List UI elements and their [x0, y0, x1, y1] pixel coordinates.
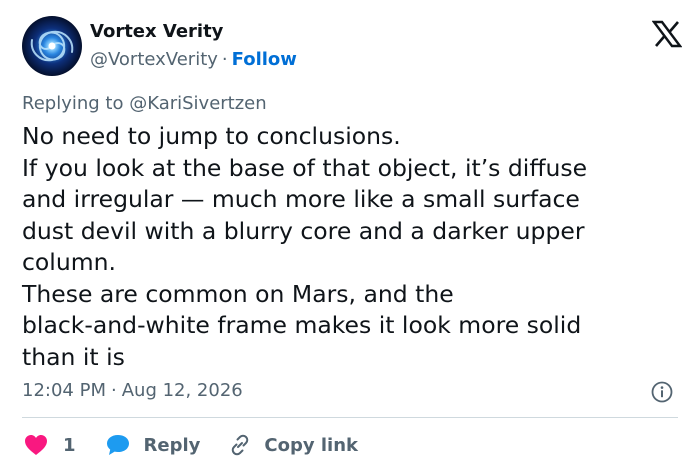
like-button[interactable]: 1	[24, 434, 76, 456]
post-line: If you look at the base of that object, …	[22, 153, 588, 182]
separator-dot: ·	[221, 49, 228, 70]
follow-button[interactable]: Follow	[232, 49, 297, 70]
post-time: 12:04 PM	[22, 380, 106, 401]
post-body: No need to jump to conclusions. If you l…	[22, 121, 662, 373]
x-logo-icon[interactable]	[652, 20, 682, 48]
separator-dot: ·	[110, 380, 117, 401]
author-handle-line: @VortexVerity · Follow	[90, 48, 297, 72]
post-line: dust devil with a blurry core and a dark…	[22, 216, 585, 245]
divider	[22, 417, 678, 418]
speech-bubble-icon	[106, 435, 129, 455]
link-icon	[232, 434, 249, 456]
reply-button[interactable]: Reply	[106, 434, 201, 456]
avatar[interactable]	[22, 16, 82, 76]
post-line: black-and-white frame makes it look more…	[22, 311, 582, 339]
post-line: No need to jump to conclusions.	[22, 122, 401, 150]
action-bar: 1 Reply Copy link	[24, 431, 358, 459]
copy-link-label: Copy link	[264, 434, 358, 456]
post-date: Aug 12, 2026	[121, 380, 243, 401]
post-line: column.	[22, 248, 116, 276]
author-block: Vortex Verity @VortexVerity · Follow	[90, 20, 297, 72]
tweet-header: Vortex Verity @VortexVerity · Follow	[22, 16, 682, 78]
post-line: than it is	[22, 342, 125, 371]
heart-icon	[25, 435, 47, 455]
author-display-name[interactable]: Vortex Verity	[90, 20, 297, 44]
post-line: These are common on Mars, and the	[22, 279, 454, 308]
galaxy-swirl-icon	[30, 30, 74, 62]
post-line: and irregular — much more like a small s…	[22, 185, 580, 213]
reply-label: Reply	[143, 434, 201, 456]
replying-to-label: Replying to @KariSivertzen	[22, 93, 267, 114]
post-timestamp[interactable]: 12:04 PM · Aug 12, 2026	[22, 380, 243, 401]
author-handle[interactable]: @VortexVerity	[90, 49, 218, 70]
like-count: 1	[63, 434, 76, 456]
info-icon[interactable]	[651, 381, 673, 403]
copy-link-button[interactable]: Copy link	[228, 433, 358, 457]
